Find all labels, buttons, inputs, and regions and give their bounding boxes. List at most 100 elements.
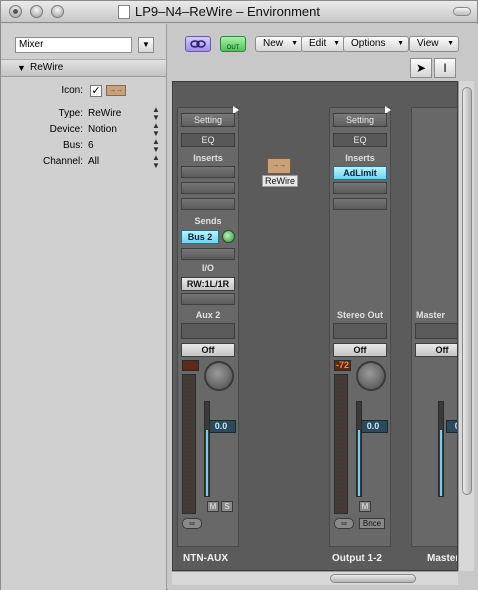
horizontal-scroll-thumb[interactable] [330,574,416,583]
param-value[interactable]: ReWire [88,108,121,119]
strip-name[interactable]: Output 1-2 [332,553,382,564]
peak-display[interactable] [182,360,199,371]
stepper-icon[interactable]: ▲ ▼ [152,106,160,122]
mute-button[interactable]: M [207,501,219,512]
rewire-section-header[interactable]: ▼ ReWire [1,59,166,77]
minimize-button[interactable] [30,5,43,18]
param-row-device[interactable]: Device: Notion ▲ ▼ [1,122,166,138]
param-value[interactable]: All [88,156,99,167]
toolbar-toggle-button[interactable] [453,7,471,16]
horizontal-scrollbar[interactable] [172,571,458,585]
menu-label: View [417,38,439,49]
mute-button[interactable]: M [359,501,371,512]
send-slot[interactable]: Bus 2 [181,230,219,244]
rewire-object-label: ReWire [262,175,299,187]
insert-slot[interactable] [181,166,235,178]
setting-button[interactable]: Setting [333,113,387,127]
link-button[interactable] [185,36,211,52]
solo-button[interactable]: S [221,501,233,512]
dropdown-arrow-icon: ▼ [333,40,340,47]
param-row-type[interactable]: Type: ReWire ▲ ▼ [1,106,166,122]
text-tool-button[interactable]: I [434,58,456,78]
stepper-icon[interactable]: ▲ ▼ [152,122,160,138]
sends-label: Sends [194,216,222,226]
peak-display[interactable]: -72 [334,360,351,371]
rewire-object-icon[interactable]: →→ [267,158,291,174]
pan-knob[interactable] [356,361,386,391]
output-label: Master [416,310,446,320]
pan-knob[interactable] [204,361,234,391]
icon-checkbox[interactable]: ✓ [90,85,102,97]
bounce-button[interactable]: Bnce [359,518,385,529]
volume-display[interactable]: 0.0 [206,420,236,433]
link-group-icon[interactable]: ∞ [182,518,202,529]
inspector-sidebar: Mixer ▼ ▼ ReWire Icon: ✓ →→ Type: ReWire… [1,24,167,590]
title-bar[interactable]: LP9–N4–ReWire – Environment [1,1,477,23]
param-value[interactable]: Notion [88,124,117,135]
volume-fader[interactable] [438,401,444,497]
insert-slot[interactable] [333,198,387,210]
automation-mode-button[interactable]: Off [415,343,457,357]
level-meter [334,374,348,514]
eq-button[interactable]: EQ [333,133,387,147]
vertical-scroll-thumb[interactable] [462,87,472,495]
channel-strip-master[interactable]: Master Off 0.0 [411,107,457,547]
param-row-bus[interactable]: Bus: 6 ▲ ▼ [1,138,166,154]
dropdown-arrow-icon: ▼ [291,40,298,47]
inserts-label: Inserts [345,153,375,163]
link-icon [190,40,206,48]
rewire-icon[interactable]: →→ [106,85,126,96]
vertical-scrollbar[interactable] [458,81,474,571]
strip-name[interactable]: NTN-AUX [183,553,228,564]
insert-slot[interactable] [181,182,235,194]
section-title: ReWire [30,62,64,73]
send-slot[interactable] [181,248,235,260]
param-key: Channel: [42,156,83,167]
pointer-tool-button[interactable]: ➤ [410,58,432,78]
environment-canvas[interactable]: →→ ReWire Setting EQ Inserts Sends Bus 2… [172,81,458,571]
automation-mode-button[interactable]: Off [333,343,387,357]
volume-display[interactable]: 0.0 [446,420,457,433]
param-row-channel[interactable]: Channel: All ▲ ▼ [1,154,166,170]
view-menu[interactable]: View ▼ [409,36,459,52]
level-meter [182,374,196,514]
param-key: Bus: [62,140,83,151]
output-label: Aux 2 [195,310,221,320]
midi-out-button[interactable]: OUT [220,36,246,52]
insert-slot[interactable]: AdLimit [333,166,387,180]
new-menu[interactable]: New ▼ [255,36,303,52]
channel-strip-output-1-2[interactable]: Setting EQ Inserts AdLimit Stereo Out Of… [329,106,391,547]
param-value[interactable]: 6 [88,140,94,151]
zoom-button[interactable] [51,5,64,18]
automation-mode-button[interactable]: Off [181,343,235,357]
strip-name[interactable]: Master [427,553,457,564]
layer-select-arrow-icon[interactable]: ▼ [138,37,154,53]
param-key: Device: [49,124,83,135]
edit-menu[interactable]: Edit ▼ [301,36,345,52]
channel-strip-ntn-aux[interactable]: Setting EQ Inserts Sends Bus 2 I/O RW:1L… [177,106,239,547]
disclosure-triangle-icon[interactable]: ▼ [17,63,26,73]
insert-slot[interactable] [333,182,387,194]
setting-button[interactable]: Setting [181,113,235,127]
close-button[interactable] [9,5,22,18]
group-slot[interactable] [181,323,235,339]
options-menu[interactable]: Options ▼ [343,36,409,52]
link-group-icon[interactable]: ∞ [334,518,354,529]
param-row-icon: Icon: ✓ →→ [1,83,166,99]
volume-fader[interactable] [356,401,362,497]
stepper-icon[interactable]: ▲ ▼ [152,138,160,154]
group-slot[interactable] [415,323,457,339]
insert-slot[interactable] [181,198,235,210]
group-slot[interactable] [333,323,387,339]
volume-fader[interactable] [204,401,210,497]
send-level-knob[interactable] [222,230,235,243]
text-cursor-icon: I [443,61,447,75]
input-slot[interactable]: RW:1L/1R [181,277,235,291]
output-slot[interactable] [181,293,235,305]
layer-select[interactable]: Mixer [15,37,132,53]
volume-display[interactable]: 0.0 [358,420,388,433]
dropdown-arrow-icon: ▼ [447,40,454,47]
eq-button[interactable]: EQ [181,133,235,147]
stepper-icon[interactable]: ▲ ▼ [152,154,160,170]
fader-level-fill [358,430,360,496]
